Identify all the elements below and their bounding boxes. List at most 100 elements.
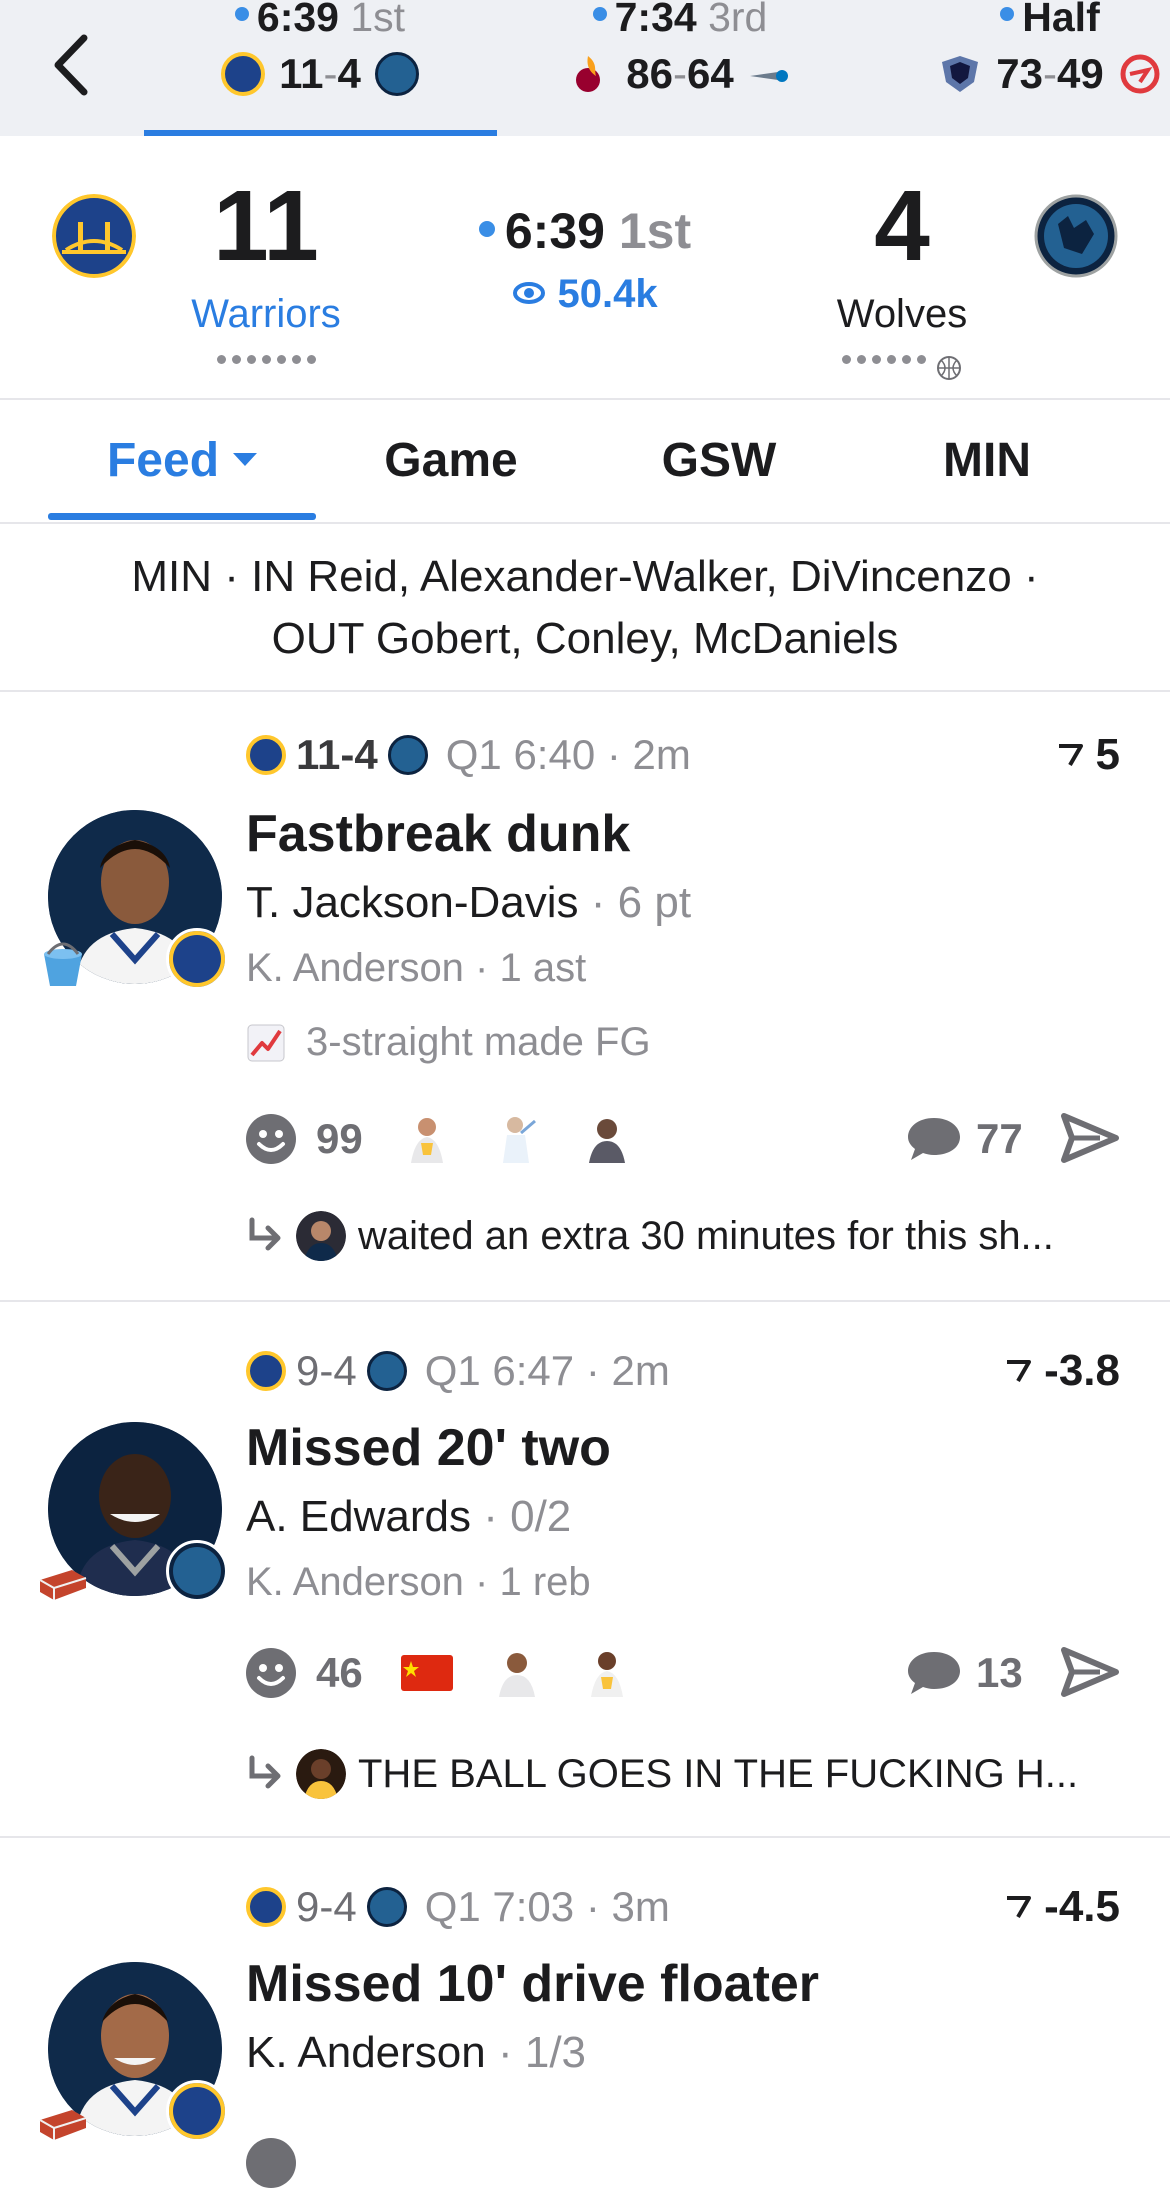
feed-card[interactable]: 11-4 Q1 6:40 · 2m 5 Fastbreak dunk T. Ja… <box>0 694 1170 1302</box>
away-score: 86 <box>626 50 673 97</box>
reaction-sticker-icon <box>502 1117 536 1163</box>
timberwolves-logo-icon <box>1034 194 1118 278</box>
comments-button[interactable]: 13 <box>906 1638 1023 1708</box>
reactions-bar[interactable]: 99 <box>244 1104 633 1174</box>
heat-logo-icon <box>576 56 601 92</box>
win-prob-change: -3.8 <box>1004 1336 1120 1406</box>
player-name[interactable]: A. Edwards <box>246 1492 471 1541</box>
timberwolves-logo-icon <box>387 735 428 775</box>
reaction-count: 46 <box>316 1649 363 1696</box>
feed-card[interactable]: 9-4 Q1 7:03 · 3m -4.5 Missed 10' drive f… <box>0 1838 1170 2188</box>
smiley-icon <box>246 1114 296 1164</box>
live-game-card[interactable]: 6:39 1st 11-4 <box>170 0 470 136</box>
reaction-sticker-icon <box>590 1652 623 1697</box>
comment-count: 77 <box>976 1115 1023 1162</box>
home-score: 49 <box>1057 50 1104 97</box>
player-line: K. Anderson · 1/3 <box>246 2028 587 2077</box>
tab-game[interactable]: Game <box>316 400 586 522</box>
trend-arrow-icon <box>1007 1360 1032 1383</box>
reactions-bar[interactable]: 46 <box>244 1638 633 1708</box>
brick-emoji-icon <box>39 1570 87 1600</box>
tab-gsw[interactable]: GSW <box>584 400 854 522</box>
rebound-player-name[interactable]: K. Anderson <box>246 1560 464 1604</box>
warriors-logo-icon <box>246 735 286 775</box>
smiley-icon <box>246 1648 296 1698</box>
warriors-logo-icon <box>246 1351 286 1391</box>
game-status: 6:39 1st <box>170 0 470 41</box>
back-chevron-icon[interactable] <box>48 30 98 100</box>
play-meta: 11-4 Q1 6:40 · 2m <box>246 720 691 790</box>
reactions-bar-partial[interactable] <box>244 2128 298 2198</box>
player-stat: 6 pt <box>617 878 692 927</box>
tab-min[interactable]: MIN <box>852 400 1122 522</box>
timberwolves-logo-icon <box>374 52 419 96</box>
possession-basketball-icon <box>937 356 961 380</box>
player-name[interactable]: K. Anderson <box>246 2028 486 2077</box>
speech-bubble-icon <box>908 1652 960 1694</box>
comments-button[interactable]: 77 <box>906 1104 1023 1174</box>
game-score-row: 11-4 <box>170 50 470 98</box>
away-team-name: Warriors <box>191 292 341 336</box>
warriors-logo-icon <box>246 1887 286 1927</box>
top-comment-preview[interactable]: THE BALL GOES IN THE FUCKING H... <box>244 1744 1078 1804</box>
live-dot <box>1000 7 1015 22</box>
scoreboard: 11 Warriors 6:39 1st 50.4k 4 Wolves <box>0 136 1170 400</box>
win-prob-change: 5 <box>1056 720 1120 790</box>
play-meta: 9-4 Q1 7:03 · 3m <box>246 1872 670 1942</box>
live-dot <box>478 220 495 237</box>
away-team-score: 11 <box>213 170 319 282</box>
play-score: 9-4 <box>296 1347 357 1394</box>
eye-icon <box>513 282 546 305</box>
play-title: Fastbreak dunk <box>246 805 631 863</box>
chevron-down-icon <box>233 452 258 466</box>
assist-line: K. Anderson · 1 ast <box>246 946 587 990</box>
live-dot <box>234 7 249 22</box>
rebound-stat: 1 reb <box>499 1560 591 1604</box>
top-comment-text: waited an extra 30 minutes for this sh..… <box>358 1213 1054 1258</box>
player-line: T. Jackson-Davis · 6 pt <box>246 878 692 927</box>
home-team-score: 4 <box>874 170 930 282</box>
home-timeouts <box>772 355 1032 381</box>
tab-bar: Feed Game GSW MIN <box>0 400 1170 524</box>
player-stat: 1/3 <box>524 2028 587 2077</box>
game-score-row: 73-49 <box>900 50 1170 98</box>
home-team[interactable]: 4 Wolves <box>772 136 1032 381</box>
play-time: Q1 6:47 · 2m <box>424 1347 670 1394</box>
magic-logo-icon <box>749 70 788 82</box>
commenter-avatar <box>296 1211 346 1261</box>
assist-line: K. Anderson · 1 reb <box>246 1560 591 1604</box>
grizzlies-logo-icon <box>942 56 979 92</box>
top-comment-preview[interactable]: waited an extra 30 minutes for this sh..… <box>244 1206 1054 1266</box>
play-title: Missed 20' two <box>246 1419 611 1477</box>
warriors-logo-icon <box>52 194 136 278</box>
substitution-in-text: MIN · IN Reid, Alexander-Walker, DiVince… <box>131 552 1039 601</box>
reaction-sticker-icon <box>588 1119 625 1163</box>
player-stat: 0/2 <box>510 1492 572 1541</box>
brick-emoji-icon <box>39 2110 87 2140</box>
play-score: 9-4 <box>296 1883 357 1930</box>
timberwolves-logo-icon <box>366 1887 407 1927</box>
warriors-logo-icon <box>221 52 266 96</box>
assist-stat: 1 ast <box>499 946 587 990</box>
hawks-logo-icon <box>1120 54 1160 94</box>
game-score-row: 86-64 <box>530 50 830 98</box>
game-status: Half <box>900 0 1170 41</box>
chart-increasing-icon <box>247 1024 285 1061</box>
reaction-sticker-icon <box>410 1118 443 1163</box>
warriors-logo-icon <box>166 928 228 990</box>
bucket-emoji-icon <box>44 942 82 986</box>
live-game-card[interactable]: 7:34 3rd 86-64 <box>530 0 830 136</box>
live-game-card[interactable]: Half 73-49 <box>900 0 1170 136</box>
tab-feed[interactable]: Feed <box>48 400 316 522</box>
play-score: 11-4 <box>296 731 378 778</box>
play-meta: 9-4 Q1 6:47 · 2m <box>246 1336 670 1406</box>
trend-arrow-icon <box>1058 744 1083 767</box>
share-send-icon[interactable] <box>1060 1108 1120 1168</box>
share-send-icon[interactable] <box>1060 1642 1120 1702</box>
substitution-banner: MIN · IN Reid, Alexander-Walker, DiVince… <box>0 524 1170 692</box>
player-name[interactable]: T. Jackson-Davis <box>246 878 579 927</box>
feed-card[interactable]: 9-4 Q1 6:47 · 2m -3.8 Missed 20' two A. … <box>0 1302 1170 1838</box>
reaction-count: 99 <box>316 1115 363 1162</box>
away-team[interactable]: 11 Warriors <box>136 136 396 364</box>
assist-player-name[interactable]: K. Anderson <box>246 946 464 990</box>
